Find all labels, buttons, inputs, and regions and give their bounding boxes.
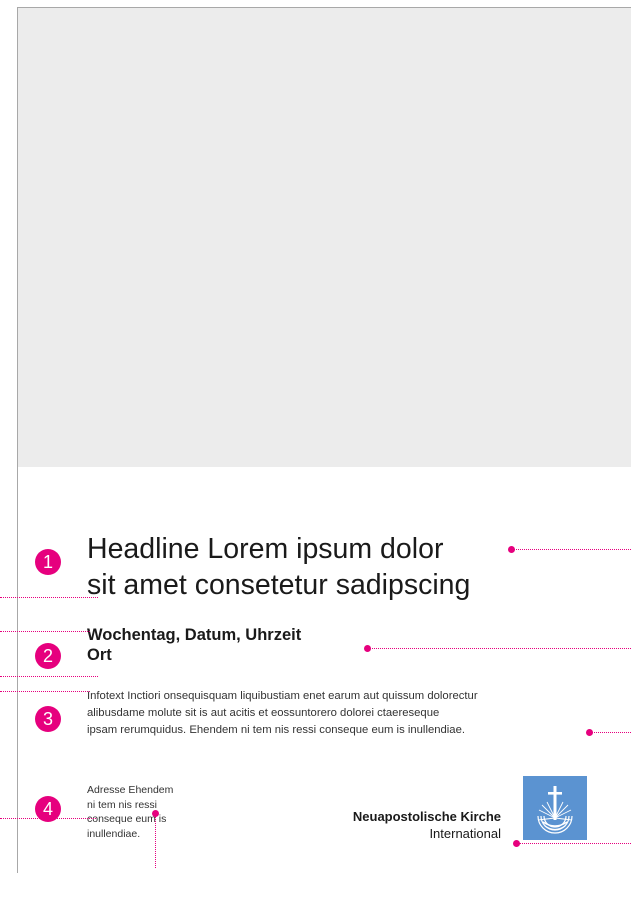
image-placeholder — [18, 8, 631, 467]
annotation-line-headline — [514, 549, 631, 550]
badge-1: 1 — [35, 549, 61, 575]
headline-line-1: Headline Lorem ipsum dolor — [87, 533, 444, 565]
info-line-2: alibusdame molute sit is aut acitis et e… — [87, 707, 440, 719]
annotation-line-left-2 — [0, 631, 90, 632]
date-time: Wochentag, Datum, Uhrzeit — [87, 626, 302, 644]
church-name: Neuapostolische Kirche — [352, 809, 501, 824]
info-text: Infotext Inctiori onsequisquam liquibust… — [87, 688, 567, 739]
address-line-4: inullendiae. — [87, 827, 141, 840]
annotation-line-date — [370, 648, 631, 649]
address-line-2: ni tem nis ressi — [87, 798, 158, 811]
headline-line-2: sit amet consetetur sadipscing — [87, 569, 471, 601]
annotation-line-left-4 — [0, 691, 90, 692]
badge-2: 2 — [35, 643, 61, 669]
address-line-1: Adresse Ehendem — [87, 784, 174, 796]
church-subtitle: International — [429, 826, 501, 841]
headline: Headline Lorem ipsum dolor sit amet cons… — [87, 531, 557, 603]
annotation-line-left-3 — [0, 676, 98, 677]
annotation-line-left-1 — [0, 597, 98, 598]
church-emblem-icon — [523, 776, 587, 840]
annotation-line-logo — [519, 843, 631, 844]
annotation-line-info — [592, 732, 631, 733]
annotation-line-left-5 — [0, 818, 96, 819]
badge-3: 3 — [35, 706, 61, 732]
date-time-place: Wochentag, Datum, Uhrzeit Ort — [87, 625, 301, 665]
address: Adresse Ehendem ni tem nis ressi consequ… — [87, 783, 207, 841]
church-name-block: Neuapostolische Kirche International — [353, 808, 501, 842]
info-line-3: ipsam rerumquidus. Ehendem ni tem nis re… — [87, 724, 466, 736]
annotation-line-address — [155, 816, 156, 868]
place: Ort — [87, 646, 112, 664]
info-line-1: Infotext Inctiori onsequisquam liquibust… — [87, 690, 478, 702]
